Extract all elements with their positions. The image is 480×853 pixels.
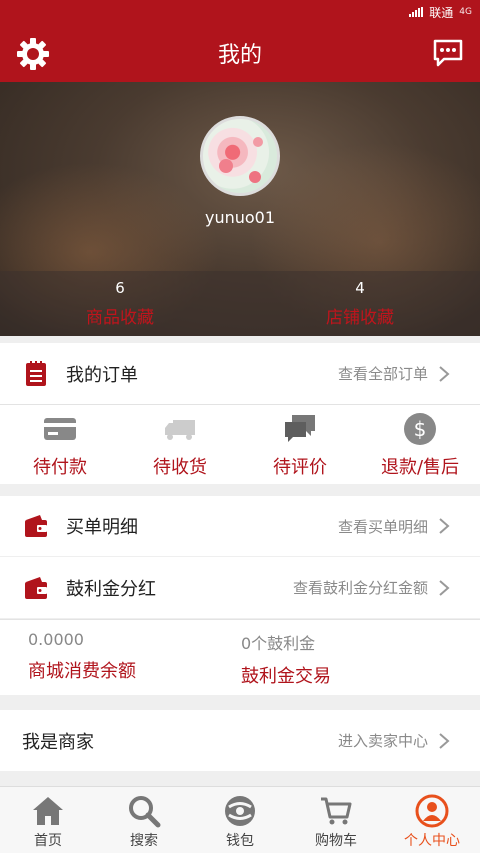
avatar[interactable] xyxy=(200,116,280,196)
pending-receipt-label: 待收货 xyxy=(153,457,207,478)
dollar-coin-icon: $ xyxy=(404,413,436,445)
balances-panel: 0.0000 商城消费余额 0个鼓利金 鼓利金交易 xyxy=(0,619,480,695)
gear-icon[interactable] xyxy=(16,37,50,71)
profile-header: yunuo01 6 商品收藏 4 店铺收藏 xyxy=(0,82,480,336)
view-bonus-link[interactable]: 查看鼓利金分红金额 xyxy=(293,577,480,598)
clipboard-list-icon xyxy=(26,360,46,386)
tab-cart[interactable]: 购物车 xyxy=(288,787,384,853)
svg-text:$: $ xyxy=(414,417,427,441)
app-header: 我的 xyxy=(0,24,480,82)
bonus-trade[interactable]: 0个鼓利金 鼓利金交易 xyxy=(241,630,331,688)
view-bonus-label: 查看鼓利金分红金额 xyxy=(292,579,428,597)
tab-profile[interactable]: 个人中心 xyxy=(384,787,480,853)
tab-wallet[interactable]: 钱包 xyxy=(192,787,288,853)
comments-icon xyxy=(285,415,315,442)
page-title: 我的 xyxy=(217,43,262,68)
refund-after-sales-label: 退款/售后 xyxy=(380,457,460,478)
shop-favorites-label: 店铺收藏 xyxy=(326,308,394,328)
tab-home[interactable]: 首页 xyxy=(0,787,96,853)
home-icon xyxy=(33,797,63,825)
pending-payment[interactable]: 待付款 xyxy=(0,405,120,484)
tab-search[interactable]: 搜索 xyxy=(96,787,192,853)
delivery-truck-icon xyxy=(165,420,195,440)
view-all-orders-link[interactable]: 查看全部订单 xyxy=(338,363,480,384)
order-status-bar: 待付款 待收货 待评价 $ 退款/售后 xyxy=(0,404,480,484)
user-icon xyxy=(415,794,449,828)
bonus-trade-label: 鼓利金交易 xyxy=(241,666,331,687)
tab-home-label: 首页 xyxy=(34,833,62,849)
my-orders-title: 我的订单 xyxy=(66,364,138,386)
view-all-orders-label: 查看全部订单 xyxy=(337,365,428,383)
mall-balance-value: 0.0000 xyxy=(28,630,84,649)
username: yunuo01 xyxy=(204,208,276,227)
bonus-trade-value: 0个鼓利金 xyxy=(241,634,316,653)
carrier-name: 联通 xyxy=(429,5,454,20)
bottom-tab-bar: 首页 搜索 钱包 购物车 个人中心 xyxy=(0,786,480,853)
search-icon xyxy=(129,796,161,828)
shop-favorites-count: 4 xyxy=(355,279,365,297)
pending-review[interactable]: 待评价 xyxy=(240,405,360,484)
mall-balance[interactable]: 0.0000 商城消费余额 xyxy=(28,630,136,683)
bonus-title: 鼓利金分红 xyxy=(66,578,156,600)
merchant-title: 我是商家 xyxy=(22,731,94,753)
tab-search-label: 搜索 xyxy=(130,833,158,849)
credit-card-icon xyxy=(44,418,76,440)
refund-after-sales[interactable]: $ 退款/售后 xyxy=(360,405,480,484)
mall-balance-label: 商城消费余额 xyxy=(28,661,136,682)
pending-payment-label: 待付款 xyxy=(33,457,87,478)
bill-details-row[interactable]: 买单明细 查看买单明细 xyxy=(0,496,480,556)
favorites-bar: 6 商品收藏 4 店铺收藏 xyxy=(0,271,480,336)
signal-icon xyxy=(409,7,424,17)
chevron-right-icon xyxy=(439,579,450,596)
view-bill-details-link[interactable]: 查看买单明细 xyxy=(338,516,480,537)
cart-icon xyxy=(321,797,352,825)
my-orders-row[interactable]: 我的订单 查看全部订单 xyxy=(0,343,480,404)
wallet-icon xyxy=(225,796,255,826)
tab-cart-label: 购物车 xyxy=(315,833,357,849)
product-favorites-label: 商品收藏 xyxy=(86,308,154,328)
product-favorites[interactable]: 6 商品收藏 xyxy=(0,271,240,336)
seller-center-label: 进入卖家中心 xyxy=(337,732,428,750)
chevron-right-icon xyxy=(439,732,450,749)
tab-wallet-label: 钱包 xyxy=(226,833,254,849)
seller-center-link[interactable]: 进入卖家中心 xyxy=(338,730,480,751)
chevron-right-icon xyxy=(439,518,450,534)
bonus-row[interactable]: 鼓利金分红 查看鼓利金分红金额 xyxy=(0,557,480,618)
product-favorites-count: 6 xyxy=(115,279,125,297)
pending-receipt[interactable]: 待收货 xyxy=(120,405,240,484)
chevron-right-icon xyxy=(439,365,450,382)
shop-favorites[interactable]: 4 店铺收藏 xyxy=(240,271,480,336)
chat-bubble-icon[interactable] xyxy=(432,38,464,68)
view-bill-details-label: 查看买单明细 xyxy=(337,517,428,536)
merchant-row[interactable]: 我是商家 进入卖家中心 xyxy=(0,710,480,771)
status-bar: 联通 4G xyxy=(0,0,480,24)
network-type: 4G xyxy=(459,7,472,17)
wallet-icon xyxy=(25,515,47,537)
tab-profile-label: 个人中心 xyxy=(404,833,460,849)
pending-review-label: 待评价 xyxy=(273,457,327,478)
bill-details-title: 买单明细 xyxy=(66,517,138,538)
wallet-icon xyxy=(25,576,47,599)
